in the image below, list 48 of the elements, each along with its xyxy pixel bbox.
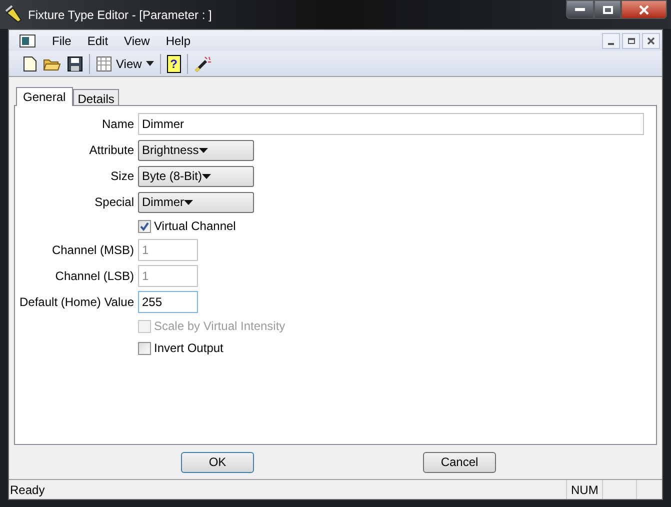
close-icon (647, 36, 655, 44)
field-label: Channel (MSB) (50, 242, 134, 259)
number-field[interactable]: 255 (138, 291, 198, 313)
field-label: Channel (LSB) (54, 268, 134, 285)
field-label: Size (110, 168, 134, 185)
name-field[interactable]: Dimmer (138, 113, 644, 135)
child-restore-button[interactable] (622, 32, 640, 48)
grid-icon (96, 56, 112, 72)
tab[interactable]: Details (72, 89, 120, 105)
save-icon[interactable] (67, 56, 83, 72)
dropdown[interactable]: Brightness (138, 140, 254, 160)
tab[interactable]: General (16, 87, 73, 106)
window-title: Fixture Type Editor - [Parameter : ] (28, 6, 212, 24)
field-label: Special (94, 194, 134, 211)
status-text: Ready (9, 482, 46, 498)
minimize-button[interactable] (566, 0, 594, 19)
close-button[interactable] (621, 0, 667, 19)
dropdown[interactable]: Dimmer (138, 192, 254, 212)
num-lock-indicator: NUM (566, 480, 602, 499)
help-button[interactable]: ? (166, 54, 181, 72)
caret-icon (198, 148, 208, 152)
field-label: Attribute (88, 142, 134, 159)
caret-icon (202, 174, 212, 178)
new-file-icon[interactable] (23, 56, 37, 72)
field-label: Default (Home) Value (18, 294, 134, 311)
child-minimize-button[interactable] (602, 32, 620, 48)
menu-item[interactable]: Help (158, 32, 198, 50)
child-close-button[interactable] (642, 32, 660, 48)
checkbox[interactable] (138, 342, 151, 354)
document-icon (19, 34, 37, 48)
maximize-button[interactable] (594, 0, 621, 19)
checkbox[interactable] (138, 220, 151, 232)
field-label: Name (100, 116, 134, 133)
caret-icon (146, 61, 154, 66)
checkbox-label: Virtual Channel (154, 218, 236, 235)
close-icon (639, 4, 649, 14)
checkbox-label: Invert Output (154, 340, 224, 357)
caret-icon (184, 200, 193, 204)
menu-item[interactable]: File (45, 32, 78, 50)
dialog-button[interactable]: Cancel (423, 452, 496, 472)
dialog-button[interactable]: OK (181, 452, 254, 472)
menu-item[interactable]: Edit (80, 32, 116, 50)
app-icon (4, 4, 24, 24)
menu-item[interactable]: View (117, 32, 157, 50)
wand-icon[interactable] (194, 54, 212, 72)
dropdown[interactable]: Byte (8-Bit) (138, 166, 254, 186)
checkbox-label: Scale by Virtual Intensity (154, 318, 286, 335)
view-dropdown-button[interactable]: View (96, 54, 154, 72)
